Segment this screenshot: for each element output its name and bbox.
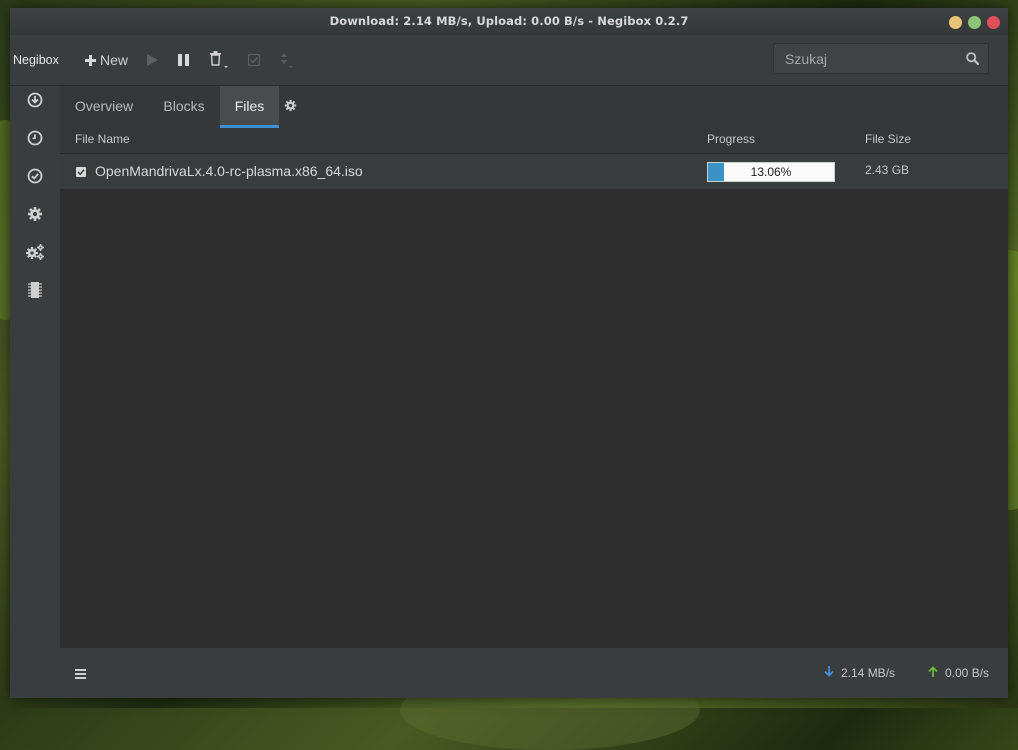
pause-button[interactable]: [178, 35, 190, 85]
search-input[interactable]: [774, 44, 965, 73]
sidebar: [10, 86, 60, 698]
tab-overview[interactable]: Overview: [66, 86, 142, 128]
trash-icon: [209, 51, 229, 69]
gears-icon: [25, 243, 45, 266]
file-size: 2.43 GB: [865, 163, 910, 177]
sort-icon: [280, 52, 294, 68]
plus-icon: [85, 54, 96, 66]
minimize-button[interactable]: [949, 16, 962, 29]
clock-icon: [27, 130, 43, 151]
new-button-label: New: [100, 52, 129, 68]
sidebar-item-settings[interactable]: [25, 206, 45, 226]
search-box[interactable]: [773, 43, 989, 74]
file-name: OpenMandrivaLx.4.0-rc-plasma.x86_64.iso: [95, 163, 363, 179]
app-name: Negibox: [13, 53, 59, 67]
tab-settings-gear-icon[interactable]: [284, 99, 297, 117]
maximize-button[interactable]: [968, 16, 981, 29]
toolbar: Negibox New: [10, 35, 1008, 86]
column-header-file-name[interactable]: File Name: [75, 128, 130, 150]
download-speed: 2.14 MB/s: [824, 648, 895, 698]
sidebar-item-completed[interactable]: [25, 168, 45, 188]
tab-blocks[interactable]: Blocks: [156, 86, 212, 128]
progress-label: 13.06%: [750, 165, 792, 179]
files-panel: File Name Progress File Size OpenMandriv…: [60, 128, 1008, 648]
column-header-progress[interactable]: Progress: [707, 128, 755, 150]
check-circle-icon: [27, 168, 43, 189]
verify-button[interactable]: [248, 35, 260, 85]
check-icon: [248, 54, 260, 66]
sidebar-item-system[interactable]: [25, 281, 45, 304]
arrow-down-icon: [824, 666, 841, 680]
search-icon[interactable]: [966, 52, 980, 70]
title-bar[interactable]: Download: 2.14 MB/s, Upload: 0.00 B/s - …: [10, 8, 1008, 35]
delete-button[interactable]: [209, 35, 229, 85]
pause-icon: [178, 54, 190, 66]
sidebar-item-scheduled[interactable]: [25, 130, 45, 150]
app-window: Download: 2.14 MB/s, Upload: 0.00 B/s - …: [10, 8, 1008, 698]
close-button[interactable]: [987, 16, 1000, 29]
upload-speed-value: 0.00 B/s: [945, 666, 990, 680]
window-title: Download: 2.14 MB/s, Upload: 0.00 B/s - …: [329, 14, 689, 28]
new-button[interactable]: New: [85, 35, 128, 85]
play-icon: [147, 54, 158, 66]
status-bar: 2.14 MB/s 0.00 B/s: [60, 648, 1008, 698]
arrow-up-icon: [928, 666, 945, 680]
download-icon: [27, 92, 43, 113]
chip-icon: [28, 281, 42, 304]
sidebar-item-downloads[interactable]: [25, 92, 45, 112]
priority-button[interactable]: [280, 35, 294, 85]
tab-files[interactable]: Files: [220, 86, 279, 128]
table-header: File Name Progress File Size: [60, 128, 1008, 154]
gear-icon: [27, 206, 43, 227]
sidebar-item-advanced[interactable]: [25, 243, 45, 266]
menu-icon[interactable]: [75, 666, 86, 684]
column-header-file-size[interactable]: File Size: [865, 128, 911, 150]
table-row[interactable]: OpenMandrivaLx.4.0-rc-plasma.x86_64.iso …: [60, 154, 1008, 190]
upload-speed: 0.00 B/s: [928, 648, 989, 698]
progress-bar: 13.06%: [707, 162, 835, 182]
tab-bar: Overview Blocks Files: [60, 86, 1008, 128]
download-speed-value: 2.14 MB/s: [841, 666, 896, 680]
file-checkbox[interactable]: [76, 167, 86, 177]
start-button[interactable]: [147, 35, 158, 85]
